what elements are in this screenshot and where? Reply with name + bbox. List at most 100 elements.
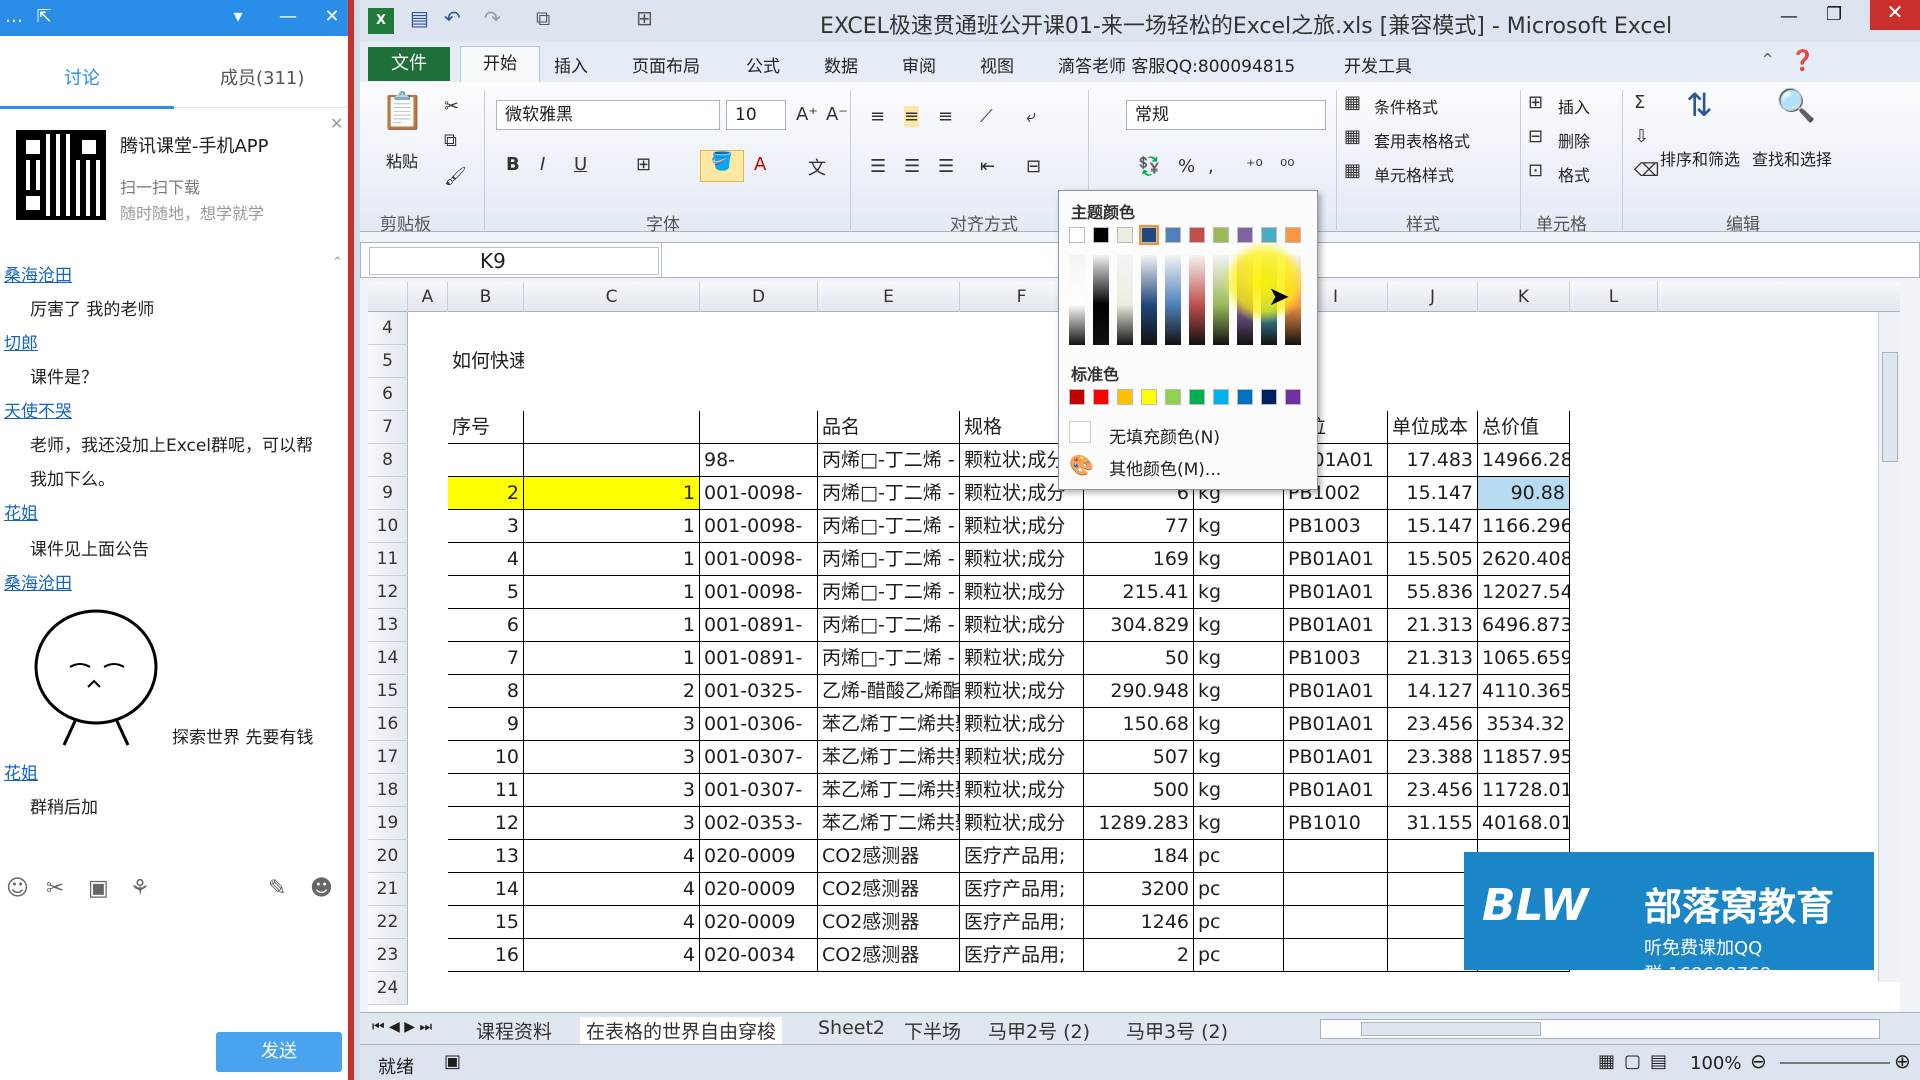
- row-header[interactable]: 9: [368, 477, 408, 510]
- table-cell[interactable]: PB01A01: [1284, 774, 1388, 807]
- cell-style-button[interactable]: 单元格样式: [1374, 162, 1454, 186]
- percent-icon[interactable]: %: [1178, 156, 1195, 177]
- fill-icon[interactable]: ⇩: [1634, 126, 1649, 147]
- cell-style-icon[interactable]: ▦: [1344, 160, 1361, 181]
- table-cell[interactable]: [1284, 906, 1388, 939]
- table-cell[interactable]: 颗粒状;成分: [960, 576, 1084, 609]
- scroll-thumb[interactable]: [1882, 352, 1898, 462]
- tab-teacher-qq[interactable]: 滴答老师 客服QQ:800094815: [1058, 52, 1295, 77]
- delete-cells-icon[interactable]: ⊟: [1528, 126, 1543, 147]
- row-header[interactable]: 15: [368, 675, 408, 708]
- view-layout-icon[interactable]: ▢: [1624, 1051, 1641, 1072]
- table-cell[interactable]: 020-0009: [700, 906, 818, 939]
- table-cell[interactable]: 17.483: [1388, 444, 1478, 477]
- row-header[interactable]: 14: [368, 642, 408, 675]
- currency-icon[interactable]: 💱: [1138, 156, 1160, 177]
- emoji-icon[interactable]: ☺: [6, 876, 29, 901]
- row-header[interactable]: 12: [368, 576, 408, 609]
- format-cells-icon[interactable]: ⊡: [1528, 160, 1543, 181]
- table-cell[interactable]: 184: [1084, 840, 1194, 873]
- table-cell[interactable]: 77: [1084, 510, 1194, 543]
- table-cell[interactable]: CO2感测器: [818, 873, 960, 906]
- theme-shade-column[interactable]: [1069, 255, 1085, 345]
- zoom-in-icon[interactable]: ⊕: [1894, 1049, 1911, 1073]
- table-cell[interactable]: 23.456: [1388, 708, 1478, 741]
- table-cell[interactable]: [448, 444, 524, 477]
- row-header[interactable]: 10: [368, 510, 408, 543]
- quick-tool-icon[interactable]: ⊞: [636, 6, 653, 30]
- message-user[interactable]: 花姐: [4, 499, 38, 524]
- maximize-icon[interactable]: ❐: [1826, 4, 1842, 25]
- close-icon[interactable]: ✕: [320, 6, 344, 27]
- table-cell[interactable]: 290.948: [1084, 675, 1194, 708]
- row-header[interactable]: 13: [368, 609, 408, 642]
- message-user[interactable]: 桑海沧田: [4, 261, 72, 286]
- table-cell[interactable]: 2: [524, 675, 700, 708]
- table-cell[interactable]: CO2感测器: [818, 939, 960, 972]
- table-cell[interactable]: PB01A01: [1284, 609, 1388, 642]
- table-cell[interactable]: 31.155: [1388, 807, 1478, 840]
- file-tab[interactable]: 文件: [368, 47, 450, 81]
- table-cell[interactable]: 丙烯□-丁二烯 - 苯: [818, 609, 960, 642]
- comma-icon[interactable]: ,: [1208, 156, 1214, 177]
- scissors-icon[interactable]: ✂: [46, 876, 64, 901]
- sheet-tab[interactable]: 马甲2号 (2): [988, 1017, 1090, 1044]
- table-cell[interactable]: 1: [524, 510, 700, 543]
- insert-cells-icon[interactable]: ⊞: [1528, 92, 1543, 113]
- sheet-tab[interactable]: 课程资料: [476, 1017, 552, 1044]
- conditional-format-icon[interactable]: ▦: [1344, 92, 1361, 113]
- table-cell[interactable]: 23.388: [1388, 741, 1478, 774]
- table-cell[interactable]: 020-0009: [700, 873, 818, 906]
- table-cell[interactable]: 3: [524, 708, 700, 741]
- table-cell[interactable]: 医疗产品用;: [960, 939, 1084, 972]
- column-title-cell[interactable]: 总价值: [1478, 411, 1570, 444]
- table-cell[interactable]: 11728.01: [1478, 774, 1570, 807]
- image-icon[interactable]: ▣: [88, 876, 109, 901]
- macro-record-icon[interactable]: ▣: [444, 1051, 461, 1072]
- row-header[interactable]: 19: [368, 807, 408, 840]
- table-cell[interactable]: 4: [524, 939, 700, 972]
- table-cell[interactable]: kg: [1194, 774, 1284, 807]
- zoom-slider[interactable]: [1780, 1062, 1890, 1064]
- column-title-cell[interactable]: 序号: [448, 411, 524, 444]
- no-fill-option[interactable]: 无填充颜色(N): [1109, 423, 1220, 448]
- table-cell[interactable]: 15.147: [1388, 477, 1478, 510]
- table-cell[interactable]: 1: [524, 543, 700, 576]
- table-cell[interactable]: 丙烯□-丁二烯 - 苯: [818, 477, 960, 510]
- redo-icon[interactable]: ↷: [484, 6, 501, 30]
- table-cell[interactable]: 21.313: [1388, 609, 1478, 642]
- sort-filter-button[interactable]: 排序和筛选: [1660, 146, 1740, 170]
- table-cell[interactable]: kg: [1194, 609, 1284, 642]
- message-user[interactable]: 切郎: [4, 329, 38, 354]
- user-icon[interactable]: ☻: [310, 876, 333, 901]
- quick-tool-icon[interactable]: ⧉: [536, 6, 550, 30]
- row-header[interactable]: 8: [368, 444, 408, 477]
- zoom-out-icon[interactable]: ⊖: [1750, 1049, 1767, 1073]
- font-color-icon[interactable]: A: [754, 154, 766, 175]
- theme-color-swatch[interactable]: [1285, 227, 1301, 243]
- standard-color-swatch[interactable]: [1141, 389, 1157, 405]
- table-cell[interactable]: kg: [1194, 642, 1284, 675]
- table-cell[interactable]: 1289.283: [1084, 807, 1194, 840]
- tab-formulas[interactable]: 公式: [746, 52, 780, 77]
- view-normal-icon[interactable]: ▦: [1598, 1051, 1615, 1072]
- sheet-nav-icon[interactable]: ⏮ ◀ ▶ ⏭: [372, 1019, 432, 1035]
- paste-icon[interactable]: 📋: [380, 90, 425, 132]
- standard-color-swatch[interactable]: [1213, 389, 1229, 405]
- message-user[interactable]: 桑海沧田: [4, 569, 72, 594]
- theme-color-swatch[interactable]: [1139, 225, 1159, 245]
- table-cell[interactable]: [1284, 939, 1388, 972]
- conditional-format-button[interactable]: 条件格式: [1374, 94, 1438, 118]
- column-header[interactable]: K: [1478, 282, 1570, 312]
- table-cell[interactable]: 12027.54: [1478, 576, 1570, 609]
- theme-shade-column[interactable]: [1165, 255, 1181, 345]
- table-cell[interactable]: 颗粒状;成分: [960, 708, 1084, 741]
- table-cell[interactable]: 1: [524, 642, 700, 675]
- find-select-icon[interactable]: 🔍: [1776, 86, 1816, 124]
- scroll-thumb[interactable]: [1361, 1022, 1541, 1036]
- dropdown-icon[interactable]: ▾: [226, 6, 250, 27]
- indent-icon[interactable]: ⇤: [980, 156, 995, 177]
- standard-color-swatch[interactable]: [1165, 389, 1181, 405]
- standard-color-swatch[interactable]: [1261, 389, 1277, 405]
- underline-icon[interactable]: U: [574, 154, 587, 175]
